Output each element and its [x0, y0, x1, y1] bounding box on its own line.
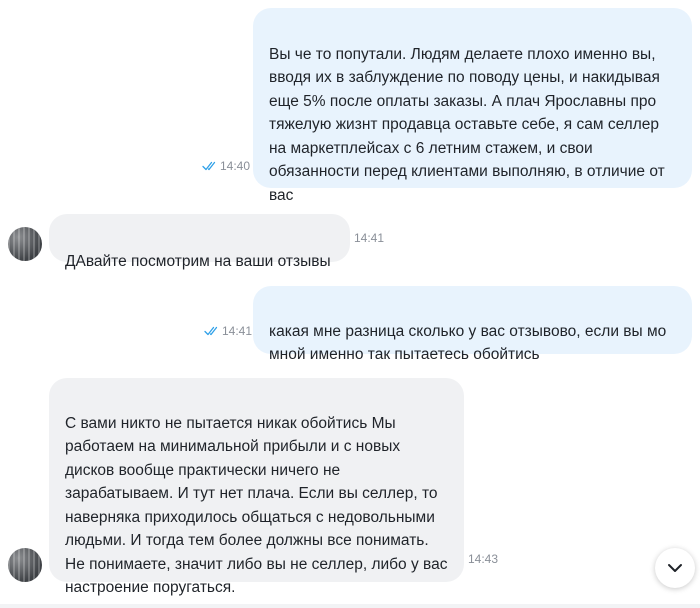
message-bubble-incoming[interactable]: ДАвайте посмотрим на ваши отзывы	[49, 214, 350, 270]
double-check-icon	[204, 326, 218, 336]
message-text: ДАвайте посмотрим на ваши отзывы	[65, 252, 331, 270]
divider	[0, 604, 700, 608]
message-text: С вами никто не пытается никак обойтись …	[65, 414, 448, 597]
message-bubble-outgoing[interactable]: какая мне разница сколько у вас отзывово…	[253, 286, 692, 363]
message-time: 14:41	[354, 231, 385, 245]
message-text: какая мне разница сколько у вас отзывово…	[269, 322, 667, 364]
message-time: 14:41	[222, 324, 253, 338]
message-meta: 14:41	[204, 324, 252, 338]
message-meta: 14:40	[202, 159, 250, 173]
message-time: 14:40	[220, 159, 251, 173]
message-meta: 14:43	[468, 552, 498, 566]
message-bubble-outgoing[interactable]: Вы че то попутали. Людям делаете плохо и…	[253, 8, 692, 204]
avatar[interactable]	[8, 548, 42, 582]
scroll-to-bottom-button[interactable]	[655, 548, 695, 588]
message-time: 14:43	[468, 552, 499, 566]
message-meta: 14:41	[354, 231, 384, 245]
avatar[interactable]	[8, 227, 42, 261]
chevron-down-icon	[668, 564, 682, 572]
message-text: Вы че то попутали. Людям делаете плохо и…	[269, 45, 665, 204]
double-check-icon	[202, 161, 216, 171]
message-bubble-incoming[interactable]: С вами никто не пытается никак обойтись …	[49, 378, 464, 596]
